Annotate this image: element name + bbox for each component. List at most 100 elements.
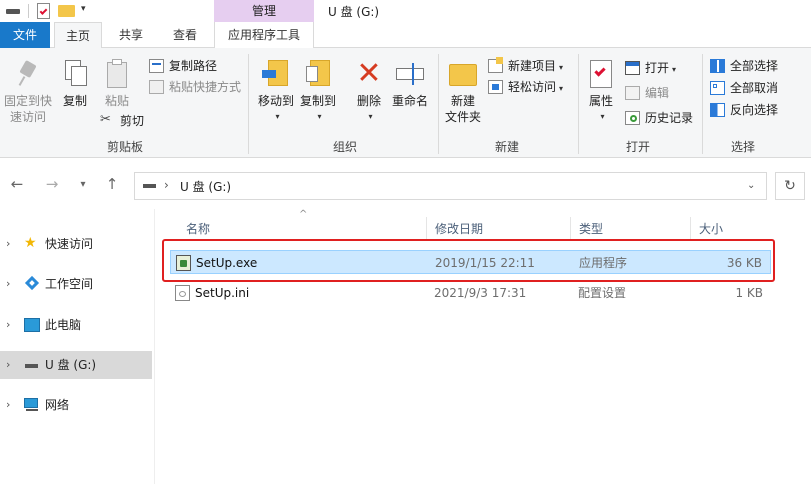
open-button[interactable]: 打开 ▾ bbox=[625, 58, 676, 78]
nav-item-usb-drive[interactable]: › U 盘 (G:) bbox=[0, 351, 152, 379]
group-separator bbox=[248, 54, 249, 154]
nav-item-label: 网络 bbox=[45, 398, 70, 412]
edit-label: 编辑 bbox=[645, 86, 670, 100]
rename-label: 重命名 bbox=[391, 94, 428, 108]
copy-path-icon bbox=[149, 59, 164, 73]
new-folder-quick-icon[interactable] bbox=[58, 5, 75, 17]
history-icon bbox=[625, 111, 640, 125]
drive-icon bbox=[24, 358, 40, 372]
copy-button[interactable]: 复制 bbox=[58, 58, 92, 109]
nav-item-network[interactable]: › 网络 bbox=[0, 391, 152, 419]
properties-dropdown-icon: ▾ bbox=[600, 112, 605, 121]
delete-dropdown-icon: ▾ bbox=[368, 112, 373, 121]
delete-x-icon: ✕ bbox=[356, 56, 382, 91]
organize-group-label: 组织 bbox=[332, 140, 357, 154]
expand-chevron-icon[interactable]: › bbox=[6, 391, 10, 419]
copy-path-label: 复制路径 bbox=[169, 59, 218, 73]
easy-access-button[interactable]: 轻松访问 ▾ bbox=[488, 77, 563, 97]
expand-chevron-icon[interactable]: › bbox=[6, 270, 10, 298]
customize-quick-access-icon[interactable]: ▾ bbox=[81, 4, 86, 14]
breadcrumb-chevron-icon[interactable]: › bbox=[164, 178, 169, 192]
column-header-date[interactable]: 修改日期 bbox=[427, 217, 571, 241]
workspace-icon bbox=[24, 275, 40, 291]
history-button[interactable]: 历史记录 bbox=[625, 108, 693, 128]
file-name: SetUp.ini bbox=[195, 286, 250, 300]
paste-shortcut-button[interactable]: 粘贴快捷方式 bbox=[149, 77, 241, 97]
select-none-button[interactable]: 全部取消 bbox=[710, 78, 778, 98]
expand-chevron-icon[interactable]: › bbox=[6, 351, 10, 379]
edit-button[interactable]: 编辑 bbox=[625, 83, 669, 103]
tab-file[interactable]: 文件 bbox=[0, 22, 50, 48]
select-none-icon bbox=[710, 81, 725, 95]
select-all-label: 全部选择 bbox=[730, 59, 779, 73]
file-size: 1 KB bbox=[735, 286, 763, 300]
tab-home[interactable]: 主页 bbox=[54, 22, 102, 49]
refresh-icon[interactable]: ↻ bbox=[775, 172, 805, 200]
ini-file-icon bbox=[175, 285, 190, 301]
nav-item-this-pc[interactable]: › 此电脑 bbox=[0, 311, 152, 339]
open-label: 打开 bbox=[645, 61, 670, 75]
nav-item-workspace[interactable]: › 工作空间 bbox=[0, 270, 152, 298]
breadcrumb-drive[interactable]: U 盘 (G:) bbox=[180, 178, 231, 195]
back-arrow-icon[interactable]: ← bbox=[6, 175, 28, 193]
easy-access-label: 轻松访问 bbox=[508, 80, 557, 94]
column-header-name[interactable]: 名称 bbox=[178, 217, 427, 241]
table-row[interactable]: SetUp.ini 2021/9/3 17:31 配置设置 1 KB bbox=[170, 281, 771, 305]
open-group-label: 打开 bbox=[625, 140, 650, 154]
pin-icon bbox=[12, 58, 44, 90]
tab-share[interactable]: 共享 bbox=[106, 22, 156, 48]
select-group-label: 选择 bbox=[730, 140, 755, 154]
expand-chevron-icon[interactable]: › bbox=[6, 311, 10, 339]
cut-label: 剪切 bbox=[120, 114, 145, 128]
open-dropdown-icon: ▾ bbox=[672, 65, 677, 74]
manage-context-tab[interactable]: 管理 bbox=[214, 0, 314, 22]
forward-arrow-icon[interactable]: → bbox=[41, 175, 63, 193]
star-icon: ★ bbox=[24, 235, 37, 251]
nav-item-label: U 盘 (G:) bbox=[45, 358, 97, 372]
new-item-button[interactable]: 新建项目 ▾ bbox=[488, 56, 563, 76]
properties-button[interactable]: 属性 ▾ bbox=[584, 58, 618, 125]
copy-to-dropdown-icon: ▾ bbox=[317, 112, 322, 121]
new-folder-button[interactable]: 新建 文件夹 bbox=[442, 58, 484, 125]
tab-application-tools[interactable]: 应用程序工具 bbox=[214, 22, 314, 48]
copy-path-button[interactable]: 复制路径 bbox=[149, 56, 217, 76]
move-to-button[interactable]: 移动到 ▾ bbox=[256, 58, 296, 125]
new-folder-label-line2: 文件夹 bbox=[444, 110, 481, 124]
new-group-label: 新建 bbox=[494, 140, 519, 154]
file-date: 2021/9/3 17:31 bbox=[434, 286, 527, 300]
move-to-label: 移动到 bbox=[257, 94, 294, 108]
monitor-icon bbox=[24, 318, 40, 332]
drive-icon bbox=[143, 184, 156, 188]
nav-item-quick-access[interactable]: › ★ 快速访问 bbox=[0, 230, 152, 258]
highlight-annotation-box bbox=[162, 239, 775, 282]
delete-button[interactable]: ✕ 删除 ▾ bbox=[352, 58, 386, 125]
new-item-dropdown-icon: ▾ bbox=[559, 63, 564, 72]
paste-shortcut-icon bbox=[149, 80, 164, 94]
copy-to-icon bbox=[302, 58, 334, 90]
properties-label: 属性 bbox=[588, 94, 613, 108]
address-dropdown-icon[interactable]: ⌄ bbox=[747, 180, 755, 191]
select-all-button[interactable]: 全部选择 bbox=[710, 56, 778, 76]
paste-button[interactable]: 粘贴 bbox=[100, 58, 134, 109]
invert-selection-button[interactable]: 反向选择 bbox=[710, 100, 778, 120]
recent-locations-chevron-icon[interactable]: ▾ bbox=[72, 179, 94, 190]
move-to-icon bbox=[260, 58, 292, 90]
expand-chevron-icon[interactable]: › bbox=[6, 230, 10, 258]
copy-to-button[interactable]: 复制到 ▾ bbox=[298, 58, 338, 125]
new-folder-label-line1: 新建 bbox=[450, 94, 475, 108]
properties-quick-icon[interactable] bbox=[37, 3, 50, 19]
title-bar: ▾ 管理 U 盘 (G:) bbox=[0, 0, 811, 22]
group-separator bbox=[702, 54, 703, 154]
delete-label: 删除 bbox=[356, 94, 381, 108]
rename-button[interactable]: 重命名 bbox=[390, 58, 430, 109]
file-type: 配置设置 bbox=[578, 286, 627, 300]
new-item-label: 新建项目 bbox=[508, 59, 557, 73]
tab-view[interactable]: 查看 bbox=[160, 22, 210, 48]
address-bar[interactable]: › U 盘 (G:) ⌄ bbox=[134, 172, 767, 200]
pin-quick-access-button[interactable]: 固定到快 速访问 bbox=[2, 58, 54, 125]
network-icon bbox=[24, 398, 40, 412]
column-header-size[interactable]: 大小 bbox=[691, 217, 771, 241]
cut-button[interactable]: ✂ 剪切 bbox=[100, 111, 144, 131]
column-header-type[interactable]: 类型 bbox=[571, 217, 691, 241]
up-arrow-icon[interactable]: ↑ bbox=[101, 175, 123, 193]
